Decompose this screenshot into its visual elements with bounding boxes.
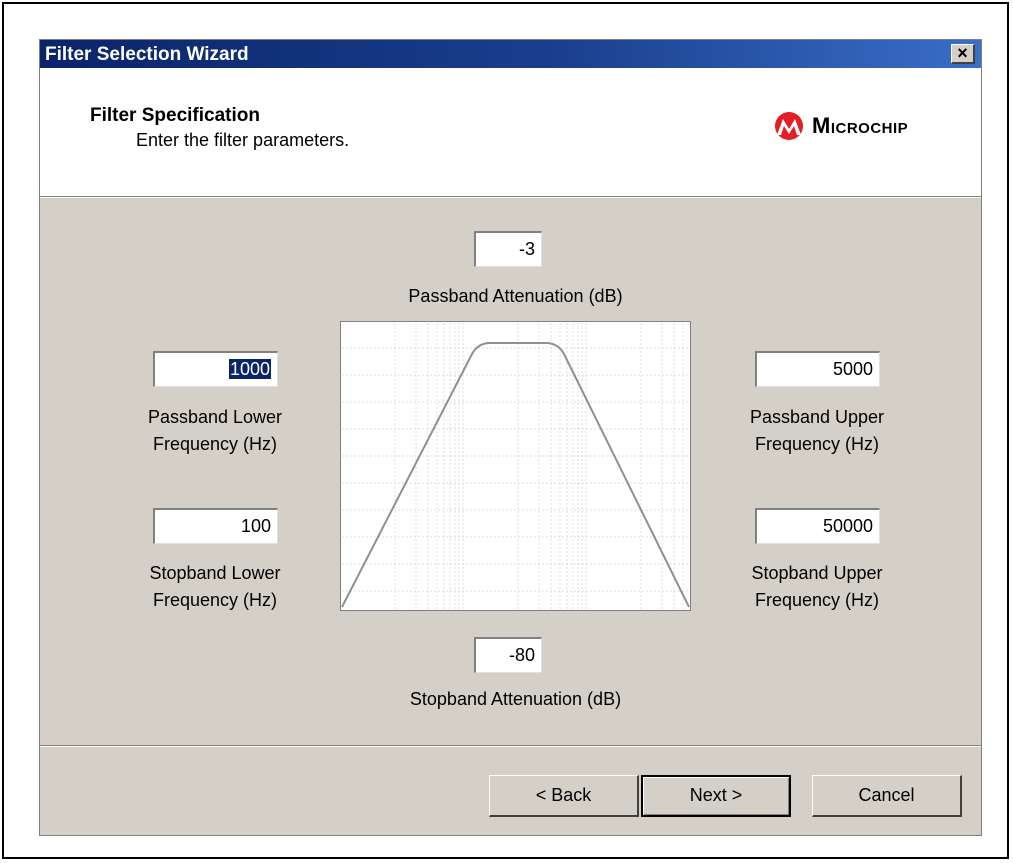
stopband-upper-frequency-label: Stopband Upper Frequency (Hz) (751, 563, 883, 610)
microchip-logo-icon (775, 112, 803, 140)
back-button[interactable]: < Back (489, 775, 639, 817)
passband-upper-frequency-input[interactable]: 5000 (755, 351, 880, 387)
graph-frame (340, 321, 691, 611)
stopband-lower-frequency-input[interactable]: 100 (153, 508, 278, 544)
logo-wordmark: Microchip (812, 113, 909, 138)
microchip-logo: Microchip (772, 106, 962, 146)
cancel-button[interactable]: Cancel (812, 775, 962, 817)
page-subtitle: Enter the filter parameters. (136, 130, 350, 150)
page-title: Filter Specification (90, 105, 260, 126)
stopband-upper-frequency-input[interactable]: 50000 (755, 508, 880, 544)
footer-separator (40, 745, 981, 747)
filter-response-graph (340, 321, 691, 611)
selected-text: 1000 (228, 359, 271, 379)
passband-attenuation-label: Passband Attenuation (dB) (408, 286, 623, 306)
header-panel: Filter Specification Enter the filter pa… (40, 68, 981, 197)
passband-lower-frequency-label: Passband Lower Frequency (Hz) (147, 407, 283, 454)
passband-upper-frequency-label: Passband Upper Frequency (Hz) (749, 407, 885, 454)
title-bar[interactable]: Filter Selection Wizard × (40, 40, 981, 68)
filter-wizard-dialog: Filter Selection Wizard × Filter Specifi… (39, 39, 982, 836)
window-title: Filter Selection Wizard (45, 44, 249, 65)
next-button[interactable]: Next > (641, 775, 791, 817)
stopband-attenuation-input[interactable]: -80 (474, 637, 542, 673)
passband-attenuation-input[interactable]: -3 (474, 231, 542, 267)
header-divider (40, 197, 981, 198)
stopband-attenuation-label: Stopband Attenuation (dB) (409, 689, 622, 709)
stopband-lower-frequency-label: Stopband Lower Frequency (Hz) (149, 563, 281, 610)
passband-lower-frequency-input[interactable]: 1000 (153, 351, 278, 387)
close-button[interactable]: × (951, 44, 975, 64)
